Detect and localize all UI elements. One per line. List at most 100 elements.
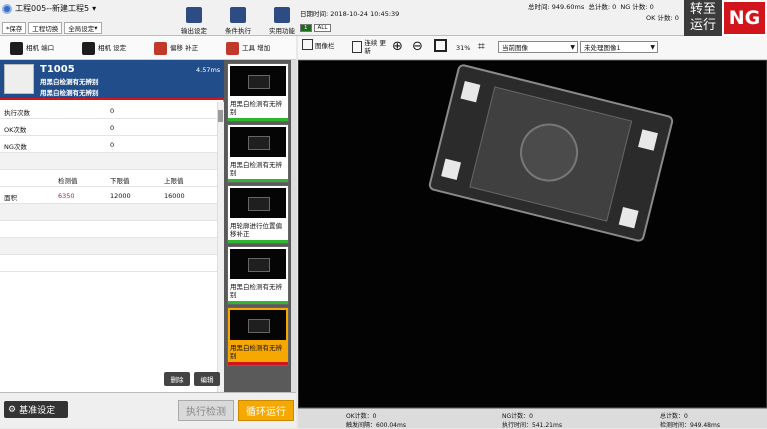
utility-button[interactable]: 实用功能 (260, 1, 304, 35)
col-header-min: 下限值 (110, 177, 130, 185)
condition-exec-label: 条件执行 (225, 27, 251, 35)
offset-correction-button[interactable]: 偏移 补正 (144, 36, 216, 60)
camera-settings-button[interactable]: 相机 设定 (72, 36, 144, 60)
pad (618, 207, 639, 229)
project-name: 工程005--新建工程5 (15, 4, 90, 13)
ng-bar (228, 362, 288, 365)
min-value: 12000 (110, 192, 131, 200)
save-button[interactable]: *保存 (2, 22, 27, 34)
crosshair-icon[interactable]: ⌗ (478, 39, 485, 54)
add-tool-label: 工具 增加 (242, 44, 271, 52)
left-toolbar: 相机 端口 相机 设定 偏移 补正 工具 增加 (0, 36, 296, 60)
all-chip[interactable]: ALL (313, 24, 332, 32)
list-item[interactable]: 用黑白检测有无辨别 (227, 124, 289, 183)
output-settings-label: 输出设定 (181, 27, 207, 35)
list-item[interactable]: 用黑白检测有无辨别 (227, 246, 289, 305)
base-settings-label: 基准设定 (19, 406, 56, 416)
tool-id: T1005 (40, 64, 75, 75)
total-count: 总计数: 0 (588, 3, 617, 11)
add-tool-button[interactable]: 工具 增加 (216, 36, 288, 60)
loop-run-button[interactable]: 循环运行 (238, 400, 294, 421)
fit-icon[interactable] (434, 39, 447, 52)
row-label: 面积 (4, 194, 17, 202)
ok-bar (228, 179, 288, 182)
chevron-down-icon: ▼ (570, 44, 575, 51)
col-header-max: 上限值 (164, 177, 184, 185)
camera-port-label: 相机 端口 (26, 44, 55, 52)
ng-count: NG 计数: 0 (620, 3, 654, 11)
divider (0, 98, 224, 100)
ok-count-stat: OK计数：0 (346, 413, 377, 420)
pad (638, 129, 658, 151)
tool-panel: T1005 4.57ms 用黑白检测有无辨别 用黑白检测有无辨别 执行次数 0 … (0, 60, 224, 392)
thumbnail-scrollbar[interactable] (291, 60, 297, 392)
image-bar-icon (302, 39, 313, 50)
thumbnail-image (230, 127, 286, 157)
zoom-in-icon[interactable]: ⊕ (392, 39, 403, 54)
table-row: 执行次数 0 (0, 102, 217, 119)
list-item[interactable]: 用黑白检测有无辨别 (227, 307, 289, 366)
utility-label: 实用功能 (269, 27, 295, 35)
col-header-measured: 检测值 (58, 177, 78, 185)
condition-exec-button[interactable]: 条件执行 (216, 1, 260, 35)
row-value: 0 (110, 141, 115, 149)
image-bar-button[interactable]: 图像栏 (302, 39, 335, 50)
global-settings-button[interactable]: 全局设定 ▾ (64, 22, 102, 34)
list-item-label: 用黑白检测有无辨别 (230, 283, 282, 299)
thumbnail-image (230, 188, 286, 218)
camera-settings-label: 相机 设定 (98, 44, 127, 52)
list-item[interactable]: 用轮廓进行位置偏移补正 (227, 185, 289, 244)
image-toolbar: 图像栏 连续 更新 ⊕ ⊖ 31% ⌗ 当前图像 ▼ 未处理图像1 ▼ (298, 36, 767, 60)
camera-port-button[interactable]: 相机 端口 (0, 36, 72, 60)
gear-icon: ⚙ (8, 404, 17, 415)
list-item-label: 用黑白检测有无辨别 (230, 100, 282, 116)
tool-icon (4, 64, 34, 94)
offset-correction-label: 偏移 补正 (170, 44, 199, 52)
output-settings-button[interactable]: 输出设定 (172, 1, 216, 35)
add-tool-icon (226, 41, 239, 55)
ok-bar (228, 118, 288, 121)
image-select-value: 当前图像 (502, 44, 528, 52)
image-select[interactable]: 当前图像 ▼ (498, 41, 578, 53)
list-item[interactable]: 用黑白检测有无辨别 (227, 63, 289, 122)
table-row (0, 204, 217, 221)
zoom-level: 31% (456, 44, 471, 52)
statistics-bar: OK计数：0 NG计数：0 总计数：0 触发间隔：600.04ms 执行时间：5… (298, 408, 767, 429)
base-settings-button[interactable]: ⚙ 基准设定 (4, 401, 68, 418)
chevron-down-icon: ▾ (92, 4, 97, 13)
row-label: 执行次数 (4, 109, 30, 117)
table-row: 检测值 下限值 上限值 (0, 170, 217, 187)
delete-button[interactable]: 删除 (164, 372, 190, 386)
continuous-update-button[interactable]: 连续 更新 (352, 39, 388, 55)
table-row (0, 153, 217, 170)
edit-button[interactable]: 编辑 (194, 372, 220, 386)
row-value: 0 (110, 107, 115, 115)
camera-chip[interactable]: 1 (300, 24, 312, 32)
thumbnail-image (230, 310, 286, 340)
project-selector[interactable]: 工程005--新建工程5 ▾ (2, 2, 108, 15)
row-value: 0 (110, 124, 115, 132)
scrollbar-thumb[interactable] (218, 110, 223, 122)
process-select-value: 未处理图像1 (584, 44, 621, 52)
row-label: OK次数 (4, 126, 27, 134)
list-item-label: 用黑白检测有无辨别 (230, 344, 282, 360)
continuous-update-label: 连续 更新 (364, 39, 386, 55)
global-settings-label: 全局设定 (68, 25, 95, 33)
zoom-out-icon[interactable]: ⊖ (412, 39, 423, 54)
list-item-label: 用轮廓进行位置偏移补正 (230, 222, 282, 238)
table-row: OK次数 0 (0, 119, 217, 136)
ok-bar (228, 240, 288, 243)
switch-project-button[interactable]: 工程切换 (28, 22, 63, 34)
max-value: 16000 (164, 192, 185, 200)
process-select[interactable]: 未处理图像1 ▼ (580, 41, 658, 53)
pad (441, 158, 462, 180)
status-badge: NG (722, 0, 767, 36)
measured-value: 6350 (58, 192, 75, 200)
scrollbar[interactable] (217, 102, 224, 392)
offset-icon (154, 41, 167, 55)
total-count-stat: 总计数：0 (660, 413, 688, 420)
thumbnail-image (230, 249, 286, 279)
ng-count-stat: NG计数：0 (502, 413, 533, 420)
execute-button[interactable]: 执行检测 (178, 400, 234, 421)
run-button[interactable]: 转至运行 (684, 0, 722, 36)
